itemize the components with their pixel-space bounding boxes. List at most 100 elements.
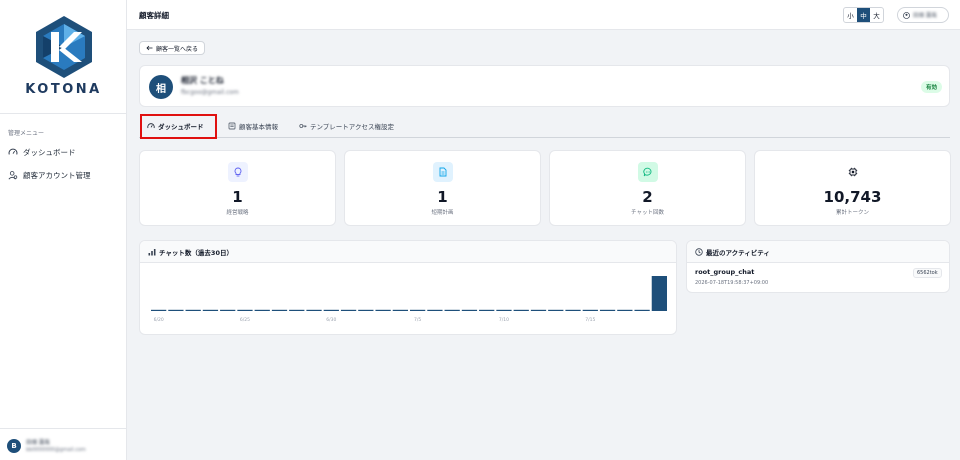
status-badge: 有効 — [921, 81, 943, 93]
stat-icon-box — [638, 162, 658, 182]
tab-label: テンプレートアクセス権設定 — [310, 123, 394, 131]
chart-bar — [634, 309, 650, 311]
chart-bar — [340, 309, 357, 311]
customer-name: 相沢 ことね — [181, 76, 224, 85]
chart-bar — [444, 309, 460, 311]
chart-bar — [599, 309, 616, 311]
chat-icon — [643, 167, 652, 177]
sidebar-item-dashboard[interactable]: ダッシュボード — [8, 145, 76, 159]
chart-bar — [496, 309, 512, 311]
sidebar-divider — [0, 113, 127, 114]
chat-count-chart: 6/20 6/25 6/30 7/5 7/10 7/15 — [151, 276, 667, 323]
tab-customer-info[interactable]: 顧客基本情報 — [228, 119, 278, 133]
key-icon — [299, 124, 307, 128]
font-size-large-button[interactable]: 大 — [870, 8, 883, 22]
chart-bar — [479, 309, 495, 311]
sidebar: KOTONA 管理メニュー ダッシュボード 顧客アカウント管理 B 田畑 蓮哉 … — [0, 0, 127, 460]
stat-icon-box — [228, 162, 248, 182]
chart-bar — [513, 309, 529, 311]
avatar: B — [7, 439, 21, 453]
chat-count-chart-card: チャット数（過去30日） 6/20 6/25 6/30 7/5 7/10 7/15 — [139, 240, 677, 335]
stat-label: 経営戦略 — [226, 210, 249, 216]
gauge-icon — [8, 148, 18, 155]
chart-bar — [427, 309, 443, 311]
stat-value: 10,743 — [823, 188, 882, 206]
tab-label: ダッシュボード — [158, 123, 204, 131]
chart-bar — [410, 309, 426, 311]
stat-value: 1 — [437, 188, 448, 206]
tab-template-access[interactable]: テンプレートアクセス権設定 — [299, 119, 394, 133]
chart-bar — [237, 309, 253, 311]
topbar: 顧客詳細 小 中 大 田畑 蓮哉 — [127, 0, 960, 30]
stat-label: 短期計画 — [431, 210, 454, 216]
chart-bar — [168, 309, 184, 311]
brand-name: KOTONA — [25, 82, 102, 97]
chart-bar — [185, 309, 201, 311]
activity-title: 最近のアクティビティ — [706, 248, 770, 257]
customer-email: fbcgoo@gmail.com — [181, 89, 239, 96]
font-size-small-button[interactable]: 小 — [844, 8, 857, 22]
chip-icon — [848, 167, 858, 177]
sidebar-item-accounts[interactable]: 顧客アカウント管理 — [8, 168, 91, 182]
activity-item-timestamp: 2026-07-18T19:58:37+09:00 — [695, 280, 769, 286]
stat-value: 1 — [232, 188, 243, 206]
clock-icon — [695, 247, 703, 256]
id-card-icon — [228, 122, 236, 130]
stat-card-plan: 1 短期計画 — [344, 150, 541, 226]
customer-avatar: 相 — [149, 75, 173, 99]
sidebar-footer[interactable]: B 田畑 蓮哉 bb0000000@gmail.com — [0, 428, 127, 460]
chart-bar — [254, 309, 270, 311]
chart-bar — [651, 276, 667, 311]
tab-label: 顧客基本情報 — [239, 123, 278, 131]
stat-card-tokens: 10,743 累計トークン — [754, 150, 951, 226]
stat-icon-box — [843, 162, 863, 182]
token-count-badge: 6562tok — [913, 268, 942, 278]
chart-card-header: チャット数（過去30日） — [140, 241, 676, 263]
stat-card-strategy: 1 経営戦略 — [139, 150, 336, 226]
chart-title: チャット数（過去30日） — [159, 248, 233, 257]
chart-tick-label: 6/20 — [154, 317, 164, 323]
chart-tick-label: 6/25 — [240, 317, 250, 323]
chart-bar — [461, 309, 478, 311]
chart-tick-label: 6/30 — [326, 317, 336, 323]
chart-bar — [323, 309, 339, 311]
font-size-medium-button[interactable]: 中 — [857, 8, 870, 22]
chart-bar — [271, 309, 288, 311]
lightbulb-icon — [234, 167, 242, 177]
chart-bar — [617, 309, 633, 311]
footer-user-name: 田畑 蓮哉 — [26, 440, 50, 446]
chart-bar — [548, 309, 564, 311]
back-to-list-button[interactable]: 顧客一覧へ戻る — [139, 41, 206, 55]
chart-bar — [151, 309, 167, 311]
bar-chart-icon — [148, 248, 156, 255]
stat-card-chats: 2 チャット回数 — [549, 150, 746, 226]
page-title: 顧客詳細 — [139, 11, 169, 20]
activity-item-name[interactable]: root_group_chat — [695, 268, 754, 276]
chart-tick-label: 7/5 — [414, 317, 421, 323]
sidebar-item-label: 顧客アカウント管理 — [23, 170, 91, 180]
tab-dashboard[interactable]: ダッシュボード — [147, 119, 204, 133]
chart-bar — [392, 309, 408, 311]
chart-bar — [530, 309, 547, 311]
stat-label: 累計トークン — [835, 210, 869, 216]
user-menu-button[interactable]: 田畑 蓮哉 — [897, 7, 949, 23]
back-button-label: 顧客一覧へ戻る — [156, 45, 199, 53]
chart-bar — [220, 309, 236, 311]
sidebar-item-label: ダッシュボード — [23, 147, 76, 157]
customer-tabs: ダッシュボード 顧客基本情報 テンプレートアクセス権設定 — [139, 114, 950, 139]
activity-card-header: 最近のアクティビティ — [687, 241, 949, 263]
customer-card: 相 相沢 ことね fbcgoo@gmail.com 有効 — [139, 65, 950, 107]
gauge-icon — [147, 123, 155, 129]
font-size-toggle: 小 中 大 — [843, 7, 884, 23]
user-icon — [903, 11, 910, 19]
menu-heading: 管理メニュー — [8, 130, 45, 137]
chart-tick-label: 7/10 — [499, 317, 509, 323]
stat-label: チャット回数 — [631, 210, 664, 216]
stat-value: 2 — [642, 188, 653, 206]
chart-bar — [582, 309, 598, 311]
arrow-left-icon — [146, 45, 153, 51]
footer-user-email: bb0000000@gmail.com — [26, 447, 86, 453]
kotona-logo — [36, 16, 92, 78]
chart-bar — [565, 309, 581, 311]
chart-tick-label: 7/15 — [585, 317, 595, 323]
